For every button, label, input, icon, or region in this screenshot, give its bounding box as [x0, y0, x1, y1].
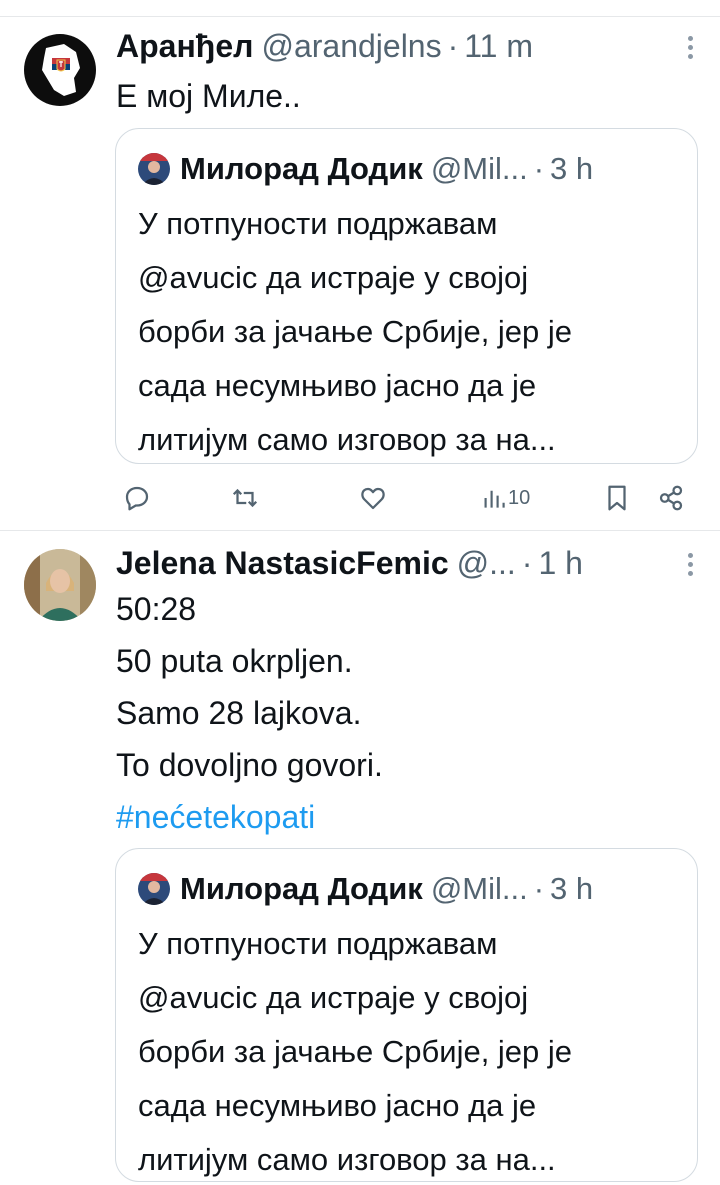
tweet-text-line: 50:28 — [116, 591, 197, 627]
tweet-text-line: 50 puta okrpljen. — [116, 643, 353, 679]
quoted-tweet-text: У потпуности подржавам @avucic да истрај… — [138, 917, 679, 1185]
avatar[interactable] — [24, 549, 96, 621]
quoted-tweet[interactable]: Милорад Додик @Mil... · 3 h У потпуности… — [115, 848, 698, 1182]
quoted-avatar — [138, 873, 170, 905]
quoted-text-line: литијум само изговор за на... — [138, 422, 556, 457]
reply-icon — [125, 486, 149, 511]
like-button[interactable] — [358, 478, 388, 518]
timestamp[interactable]: 11 m — [464, 26, 533, 66]
person-avatar-icon — [24, 549, 96, 621]
tweet-text: Е мој Миле.. — [116, 70, 700, 122]
separator-dot: · — [447, 28, 459, 64]
hashtag-link[interactable]: #nećetekopati — [116, 791, 700, 843]
person-avatar-icon — [138, 153, 170, 185]
views-button[interactable]: 10 — [482, 478, 530, 518]
separator-dot: · — [521, 545, 533, 581]
quoted-text-line: У потпуности подржавам — [138, 206, 498, 241]
quoted-text-line: У потпуности подржавам — [138, 926, 498, 961]
tweet-text-line: Е мој Миле.. — [116, 78, 301, 114]
quoted-text-line: сада несумњиво јасно да је — [138, 1088, 537, 1123]
quoted-timestamp: 3 h — [550, 871, 594, 906]
quoted-user-handle: @Mil... — [430, 871, 528, 906]
quoted-text-line: борби за јачање Србије, јер је — [138, 1034, 573, 1069]
reply-button[interactable] — [122, 478, 152, 518]
tweet[interactable]: Аранђел @arandjelns · 11 m Е мој Миле.. … — [0, 0, 720, 530]
retweet-button[interactable] — [230, 478, 260, 518]
views-count: 10 — [508, 486, 531, 509]
tweet-text-line: Samo 28 lajkova. — [116, 695, 362, 731]
quoted-text-line: борби за јачање Србије, јер је — [138, 314, 573, 349]
views-icon — [484, 490, 505, 508]
tweet-text-line: To dovoljno govori. — [116, 747, 383, 783]
retweet-icon — [232, 488, 258, 508]
quoted-tweet-header: Милорад Додик @Mil... · 3 h — [138, 149, 679, 189]
quoted-text-line: литијум само изговор за на... — [138, 1142, 556, 1177]
tweet[interactable]: Jelena NastasicFemic @... · 1 h 50:28 50… — [0, 531, 720, 1185]
quoted-timestamp: 3 h — [550, 151, 594, 186]
tweet-text: 50:28 50 puta okrpljen. Samo 28 lajkova.… — [116, 583, 700, 843]
like-icon — [361, 487, 385, 510]
tweet-header: Аранђел @arandjelns · 11 m — [116, 26, 700, 66]
serbia-map-avatar-icon — [42, 44, 80, 96]
user-handle[interactable]: @arandjelns — [261, 26, 441, 66]
bookmark-button[interactable] — [602, 478, 632, 518]
user-handle[interactable]: @... — [457, 543, 516, 583]
quoted-display-name: Милорад Додик — [180, 151, 423, 186]
quoted-avatar — [138, 153, 170, 185]
quoted-tweet-text: У потпуности подржавам @avucic да истрај… — [138, 197, 679, 467]
separator-dot: · — [533, 871, 545, 906]
share-button[interactable] — [656, 478, 686, 518]
display-name[interactable]: Jelena NastasicFemic — [116, 543, 449, 583]
quoted-tweet-header: Милорад Додик @Mil... · 3 h — [138, 869, 679, 909]
quoted-tweet[interactable]: Милорад Додик @Mil... · 3 h У потпуности… — [115, 128, 698, 464]
more-options-icon[interactable] — [688, 553, 694, 576]
quoted-text-line: @avucic да истраје у својој — [138, 980, 529, 1015]
quoted-text-line: сада несумњиво јасно да је — [138, 368, 537, 403]
display-name[interactable]: Аранђел — [116, 26, 253, 66]
quoted-text-line: @avucic да истраје у својој — [138, 260, 529, 295]
timestamp[interactable]: 1 h — [538, 543, 582, 583]
share-icon — [659, 485, 683, 511]
separator-dot: · — [533, 151, 545, 186]
avatar[interactable] — [24, 34, 96, 106]
more-options-icon[interactable] — [688, 36, 694, 59]
bookmark-icon — [608, 485, 626, 511]
action-bar: 10 — [116, 478, 700, 518]
quoted-display-name: Милорад Додик — [180, 871, 423, 906]
tweet-header: Jelena NastasicFemic @... · 1 h — [116, 543, 700, 583]
quoted-user-handle: @Mil... — [430, 151, 528, 186]
person-avatar-icon — [138, 873, 170, 905]
